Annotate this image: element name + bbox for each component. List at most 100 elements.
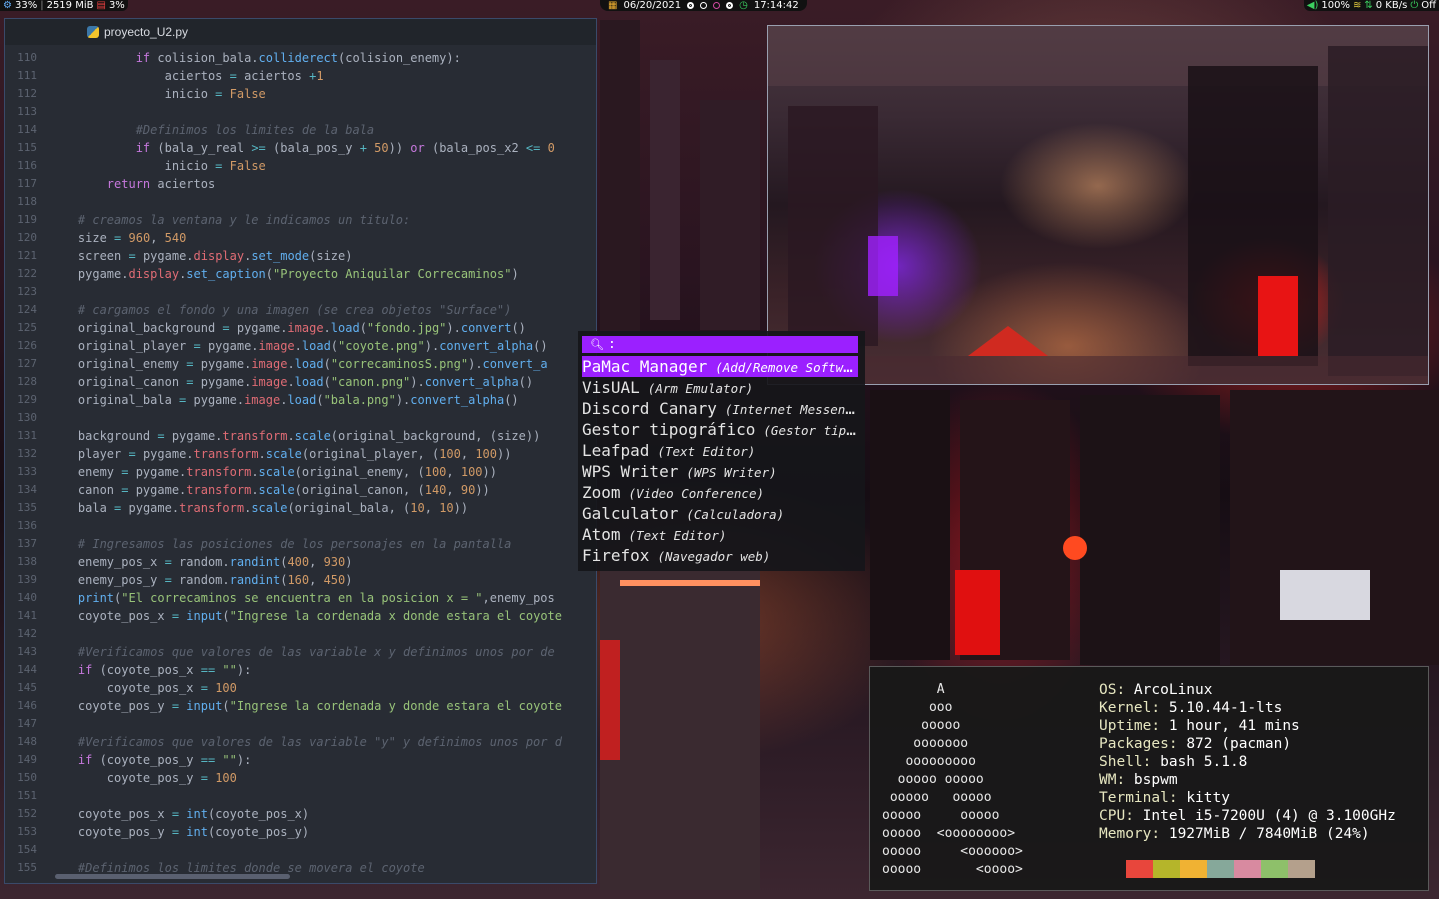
code-line[interactable]: 142 [5,625,596,643]
code-line[interactable]: 149 if (coyote_pos_y == ""): [5,751,596,769]
code-line[interactable]: 131 background = pygame.transform.scale(… [5,427,596,445]
tab-proyecto-u2[interactable]: proyecto_U2.py [83,19,194,45]
line-number: 114 [17,123,37,136]
code-line[interactable]: 118 [5,193,596,211]
info-value: 872 (pacman) [1186,736,1292,752]
code-line[interactable]: 123 [5,283,596,301]
launcher-item-description: (Arm Emulator) [647,381,754,396]
info-value: ArcoLinux [1133,682,1213,698]
line-number: 136 [17,519,37,532]
code-line[interactable]: 111 aciertos = aciertos +1 [5,67,596,85]
workspace-1[interactable] [687,2,695,9]
line-number: 145 [17,681,37,694]
code-text: size = 960, 540 [49,231,187,245]
launcher-item[interactable]: PaMac Manager (Add/Remove Software) [582,356,858,377]
code-line[interactable]: 124 # cargamos el fondo y una imagen (se… [5,301,596,319]
code-text: # creamos la ventana y le indicamos un t… [77,213,411,227]
info-key: Packages: [1099,736,1187,752]
code-line[interactable]: 130 [5,409,596,427]
line-number: 144 [17,663,37,676]
code-line[interactable]: 150 coyote_pos_y = 100 [5,769,596,787]
line-number: 125 [17,321,37,334]
code-line[interactable]: 114 #Definimos los limites de la bala [5,121,596,139]
code-line[interactable]: 137 # Ingresamos las posiciones de los p… [5,535,596,553]
system-info-row: Kernel: 5.10.44-1-lts [1099,699,1396,717]
line-number: 115 [17,141,37,154]
code-line[interactable]: 120 size = 960, 540 [5,229,596,247]
color-swatch [1126,860,1153,878]
wifi-icon[interactable]: ≋ [1353,0,1361,11]
code-line[interactable]: 117 return aciertos [5,175,596,193]
code-line[interactable]: 125 original_background = pygame.image.l… [5,319,596,337]
line-number: 154 [17,843,37,856]
code-editor-window[interactable]: proyecto_U2.py 110 if colision_bala.coll… [4,18,597,884]
color-swatch [1288,860,1315,878]
code-line[interactable]: 136 [5,517,596,535]
info-key: Terminal: [1099,790,1187,806]
launcher-search-input[interactable]: 🔍︎ : [582,336,858,353]
code-line[interactable]: 128 original_canon = pygame.image.load("… [5,373,596,391]
time-display[interactable]: 17:14:42 [754,0,799,11]
line-number: 118 [17,195,37,208]
code-line[interactable]: 113 [5,103,596,121]
code-line[interactable]: 140 print("El correcaminos se encuentra … [5,589,596,607]
workspace-4[interactable] [726,2,734,9]
launcher-item[interactable]: Leafpad (Text Editor) [582,440,858,461]
info-key: CPU: [1099,808,1143,824]
code-line[interactable]: 134 canon = pygame.transform.scale(origi… [5,481,596,499]
code-line[interactable]: 115 if (bala_y_real >= (bala_pos_y + 50)… [5,139,596,157]
launcher-item[interactable]: Galculator (Calculadora) [582,503,858,524]
line-number: 123 [17,285,37,298]
code-line[interactable]: 127 original_enemy = pygame.image.load("… [5,355,596,373]
volume-icon[interactable]: ◀) [1307,0,1319,11]
code-line[interactable]: 145 coyote_pos_x = 100 [5,679,596,697]
code-line[interactable]: 153 coyote_pos_y = int(coyote_pos_y) [5,823,596,841]
launcher-item[interactable]: WPS Writer (WPS Writer) [582,461,858,482]
code-line[interactable]: 121 screen = pygame.display.set_mode(siz… [5,247,596,265]
code-text: enemy_pos_x = random.randint(400, 930) [49,555,353,569]
line-number: 140 [17,591,37,604]
workspace-2[interactable] [700,2,708,9]
launcher-item[interactable]: Firefox (Navegador web) [582,545,858,566]
code-line[interactable]: 141 coyote_pos_x = input("Ingrese la cor… [5,607,596,625]
launcher-item[interactable]: Zoom (Video Conference) [582,482,858,503]
code-line[interactable]: 154 [5,841,596,859]
system-info-row: CPU: Intel i5-7200U (4) @ 3.100GHz [1099,807,1396,825]
code-line[interactable]: 110 if colision_bala.colliderect(colisio… [5,49,596,67]
code-line[interactable]: 151 [5,787,596,805]
code-line[interactable]: 129 original_bala = pygame.image.load("b… [5,391,596,409]
launcher-item[interactable]: Discord Canary (Internet Messenger) [582,398,858,419]
power-icon[interactable]: ⏻ [1410,0,1418,11]
launcher-item[interactable]: Atom (Text Editor) [582,524,858,545]
info-value: bash 5.1.8 [1160,754,1248,770]
code-text: if colision_bala.colliderect(colision_en… [135,51,461,65]
code-line[interactable]: 112 inicio = False [5,85,596,103]
code-line[interactable]: 116 inicio = False [5,157,596,175]
image-viewer-window[interactable] [767,25,1429,385]
code-line[interactable]: 146 coyote_pos_y = input("Ingrese la cor… [5,697,596,715]
code-line[interactable]: 148 #Verificamos que valores de las vari… [5,733,596,751]
code-line[interactable]: 147 [5,715,596,733]
code-line[interactable]: 126 original_player = pygame.image.load(… [5,337,596,355]
code-line[interactable]: 144 if (coyote_pos_x == ""): [5,661,596,679]
workspace-3[interactable] [713,2,721,9]
code-line[interactable]: 119 # creamos la ventana y le indicamos … [5,211,596,229]
code-line[interactable]: 135 bala = pygame.transform.scale(origin… [5,499,596,517]
code-line[interactable]: 132 player = pygame.transform.scale(orig… [5,445,596,463]
launcher-item[interactable]: Gestor tipográfico (Gestor tipográfico) [582,419,858,440]
launcher-item[interactable]: VisUAL (Arm Emulator) [582,377,858,398]
terminal-window[interactable]: A ooo ooooo ooooooo ooooooooo ooooo oooo… [869,666,1429,891]
code-line[interactable]: 133 enemy = pygame.transform.scale(origi… [5,463,596,481]
code-line[interactable]: 139 enemy_pos_y = random.randint(160, 45… [5,571,596,589]
launcher-prompt: : [607,337,616,352]
horizontal-scrollbar[interactable] [55,874,290,879]
code-line[interactable]: 152 coyote_pos_x = int(coyote_pos_x) [5,805,596,823]
code-line[interactable]: 122 pygame.display.set_caption("Proyecto… [5,265,596,283]
code-area[interactable]: 110 if colision_bala.colliderect(colisio… [5,49,596,877]
line-number: 113 [17,105,37,118]
code-line[interactable]: 143 #Verificamos que valores de las vari… [5,643,596,661]
color-swatch [1234,860,1261,878]
code-line[interactable]: 138 enemy_pos_x = random.randint(400, 93… [5,553,596,571]
date-display[interactable]: 06/20/2021 [623,0,681,11]
info-key: OS: [1099,682,1134,698]
